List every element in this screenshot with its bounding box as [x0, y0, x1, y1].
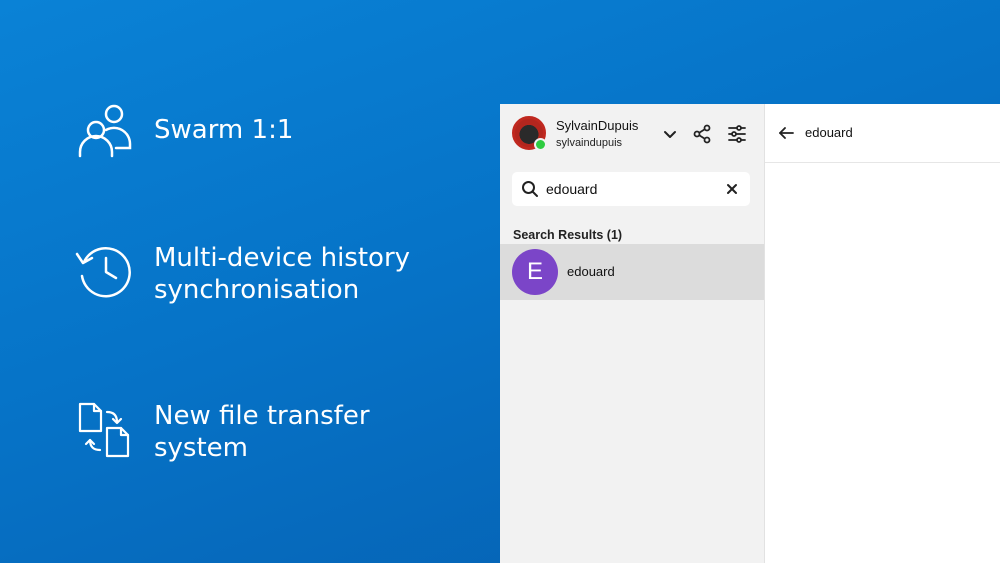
conversation-title: edouard [805, 125, 853, 140]
chevron-down-icon [664, 131, 676, 138]
close-icon[interactable] [724, 181, 740, 197]
back-arrow-icon[interactable] [777, 124, 795, 142]
account-display-name: SylvainDupuis [556, 118, 639, 133]
search-bar [512, 172, 750, 206]
settings-button[interactable] [725, 122, 749, 146]
feature-swarm: Swarm 1:1 [74, 100, 293, 160]
account-avatar[interactable] [512, 116, 547, 151]
account-username: sylvaindupuis [556, 137, 623, 149]
avatar: E [512, 249, 558, 295]
feature-history-text: Multi-device history synchronisation [154, 243, 411, 305]
account-header: SylvainDupuis sylvaindupuis [500, 104, 764, 164]
search-results-title: Search Results (1) [513, 228, 623, 242]
search-input[interactable] [546, 178, 716, 200]
account-switch-button[interactable] [658, 122, 682, 146]
search-icon [522, 181, 538, 197]
conversation-panel: edouard [765, 104, 1000, 563]
settings-sliders-icon [728, 125, 746, 143]
feature-history: Multi-device history synchronisation [74, 240, 410, 306]
history-icon [75, 247, 131, 298]
conversation-header: edouard [765, 104, 1000, 163]
users-icon [78, 104, 132, 158]
feature-file-transfer: New file transfer system [74, 400, 370, 464]
presence-indicator [534, 138, 547, 151]
list-item[interactable]: E edouard [500, 244, 764, 300]
feature-swarm-text: Swarm 1:1 [154, 115, 294, 145]
contact-name: edouard [567, 264, 615, 279]
share-button[interactable] [690, 122, 714, 146]
sidebar: SylvainDupuis sylvaindupuis Search Resul… [500, 104, 765, 563]
app-window: SylvainDupuis sylvaindupuis Search Resul… [500, 104, 1000, 563]
share-icon [693, 124, 711, 144]
file-transfer-icon [78, 402, 130, 458]
feature-file-transfer-text: New file transfer system [154, 401, 370, 463]
